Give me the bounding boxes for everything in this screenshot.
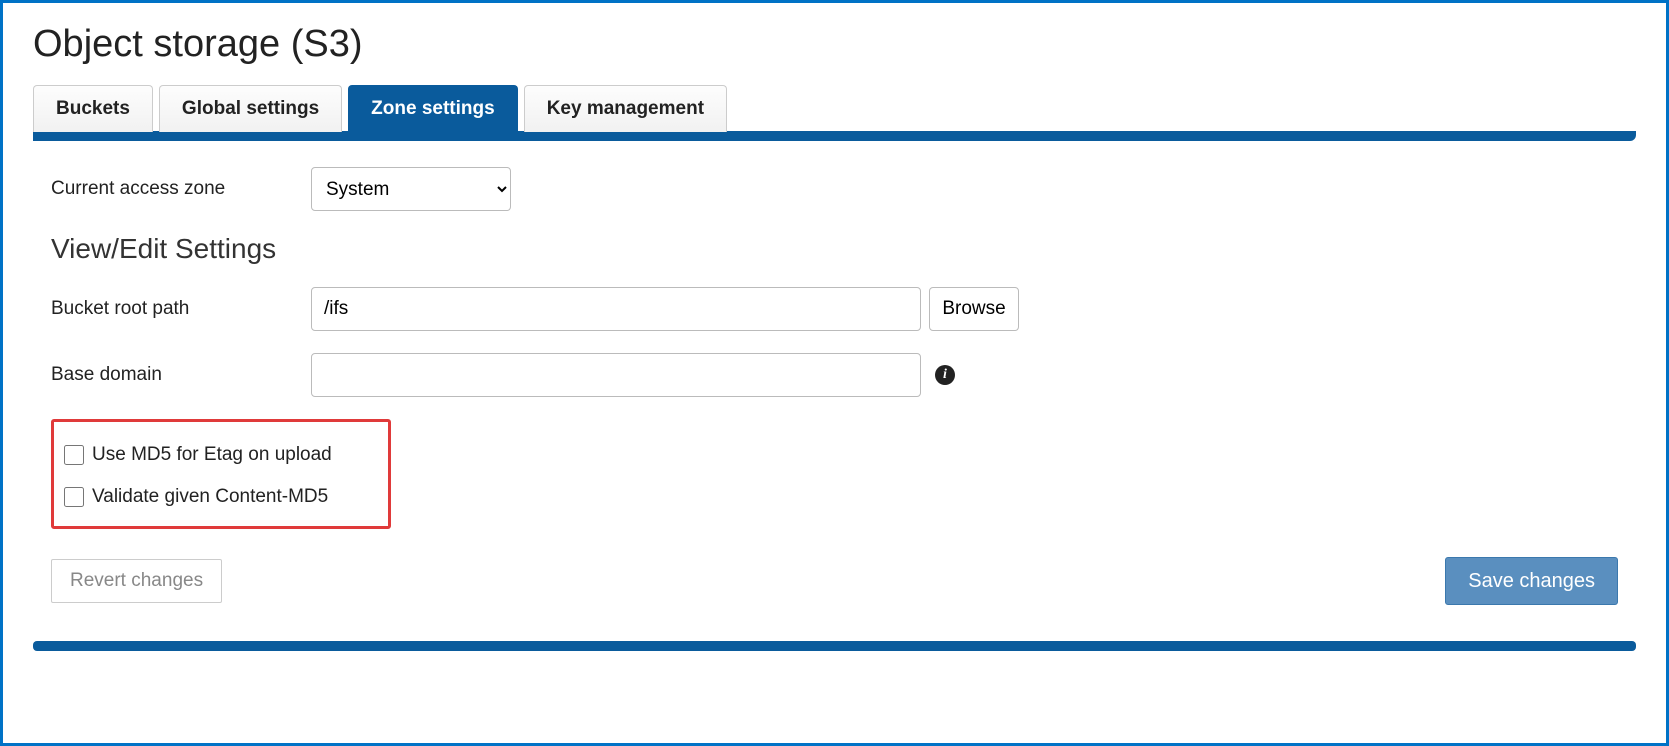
revert-button[interactable]: Revert changes xyxy=(51,559,222,603)
section-title: View/Edit Settings xyxy=(51,233,1618,265)
tab-global-settings[interactable]: Global settings xyxy=(159,85,342,132)
tab-key-management[interactable]: Key management xyxy=(524,85,727,132)
bucket-root-input[interactable] xyxy=(311,287,921,331)
bottom-accent-bar xyxy=(33,641,1636,651)
base-domain-label: Base domain xyxy=(51,364,311,386)
base-domain-input[interactable] xyxy=(311,353,921,397)
page-title: Object storage (S3) xyxy=(33,23,1636,66)
save-button[interactable]: Save changes xyxy=(1445,557,1618,605)
tabs-bar: Buckets Global settings Zone settings Ke… xyxy=(33,84,1636,141)
md5-options-highlight: Use MD5 for Etag on upload Validate give… xyxy=(51,419,391,529)
use-md5-label: Use MD5 for Etag on upload xyxy=(92,444,332,466)
validate-md5-checkbox[interactable] xyxy=(64,487,84,507)
zone-settings-panel: Current access zone System View/Edit Set… xyxy=(33,141,1636,629)
current-zone-label: Current access zone xyxy=(51,178,311,200)
use-md5-checkbox[interactable] xyxy=(64,445,84,465)
current-zone-select[interactable]: System xyxy=(311,167,511,211)
info-icon[interactable]: i xyxy=(935,365,955,385)
tab-buckets[interactable]: Buckets xyxy=(33,85,153,132)
browse-button[interactable]: Browse xyxy=(929,287,1019,331)
validate-md5-label: Validate given Content-MD5 xyxy=(92,486,328,508)
bucket-root-label: Bucket root path xyxy=(51,298,311,320)
tab-zone-settings[interactable]: Zone settings xyxy=(348,85,518,132)
